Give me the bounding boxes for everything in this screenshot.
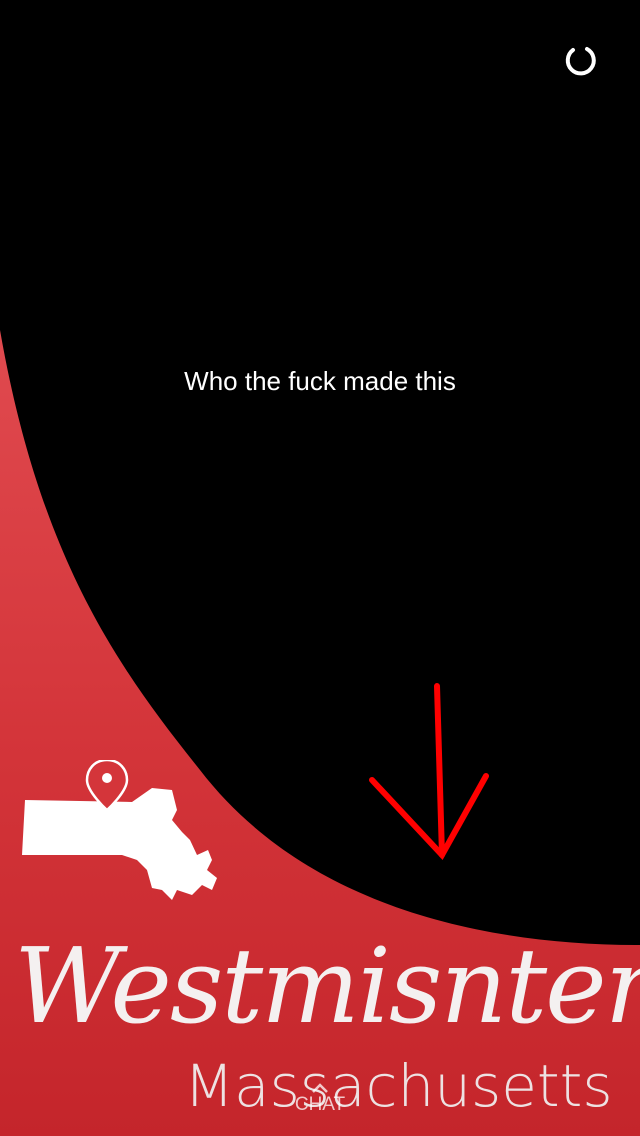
geofilter-title: Westmisnter bbox=[14, 925, 640, 1047]
chat-button[interactable]: CHAT bbox=[0, 1078, 640, 1116]
snap-caption: Who the fuck made this bbox=[184, 366, 456, 396]
chat-label: CHAT bbox=[294, 1094, 346, 1115]
spinner-icon bbox=[565, 47, 596, 76]
massachusetts-map-icon bbox=[22, 760, 217, 900]
